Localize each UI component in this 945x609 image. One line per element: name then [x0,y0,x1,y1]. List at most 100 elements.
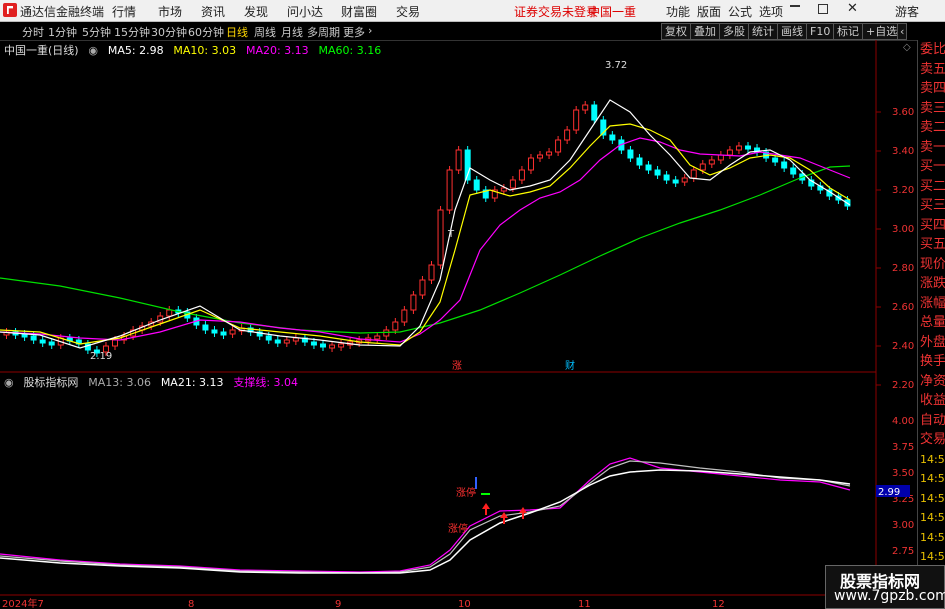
stock-name-header: 中国一重 [588,5,637,19]
sidebar-item: 现价 [920,256,945,272]
candle [202,324,209,331]
menu-xuanxiang[interactable]: 选项 [759,3,783,20]
period-more[interactable]: 更多 [343,24,365,40]
menu-gongshi[interactable]: 公式 [728,3,752,20]
candle [546,151,553,156]
period-multi[interactable]: 多周期 [307,24,340,40]
sidebar-item: 14:56 [920,472,945,485]
sidebar-item: 14:56 [920,511,945,524]
site-watermark: 股票指标网 www.7gpzb.com [825,565,945,609]
login-notice[interactable]: 证券交易未登录 [514,3,598,20]
candle [455,149,462,171]
zhangting-2: 涨停 [448,522,468,535]
sidebar-item: 买四 [920,217,945,233]
candle [582,104,589,111]
sub-y-tick: 3.00 [892,520,914,531]
candle [735,145,742,151]
main-y-tick: 2.20 [892,380,914,391]
sidebar-item: 卖二 [920,120,945,135]
sidebar-item[interactable]: 自动 [920,411,945,431]
period-5min[interactable]: 5分钟 [82,24,111,40]
watermark-line2: www.7gpzb.com [834,588,945,604]
candle [781,161,788,169]
sidebar-item: 卖四 [920,81,945,96]
close-icon[interactable]: ✕ [847,1,858,16]
main-y-tick: 2.80 [892,263,914,274]
sidebar-item: 14:56 [920,452,945,466]
candle [329,344,336,349]
guest-label[interactable]: 游客 [895,3,919,20]
menu-jiaoyi[interactable]: 交易 [396,3,420,20]
main-y-tick: 3.40 [892,146,914,157]
sidebar-item: 卖一 [920,139,945,155]
candle [726,149,733,156]
x-tick-oct: 10 [458,599,471,609]
sidebar-item: 涨幅 [920,295,945,311]
candle [30,335,37,341]
sub-y-tick: 4.00 [892,416,914,427]
biaoji-button[interactable]: 标记 [833,23,863,40]
period-weekly[interactable]: 周线 [254,24,276,40]
fuquan-button[interactable]: 复权 [661,23,691,40]
minimize-icon[interactable] [790,5,800,7]
menu-hangqing[interactable]: 行情 [112,3,136,20]
menu-zixun[interactable]: 资讯 [201,3,225,20]
sidebar-item: 收益 [920,393,945,408]
chevron-right-icon[interactable]: › [368,24,372,37]
period-fenshi[interactable]: 分时 [22,24,44,40]
x-tick-dec: 12 [712,599,725,609]
candle [419,279,426,296]
sidebar-item[interactable]: 交易 [920,430,945,450]
candle [744,145,751,150]
diejia-button[interactable]: 叠加 [690,23,720,40]
chevron-left-icon[interactable]: ‹ [897,23,908,40]
candle [509,179,516,189]
candle [220,331,227,336]
sidebar-item: 14:56 [920,530,945,544]
candle [636,157,643,166]
f10-button[interactable]: F10 [806,23,835,40]
maximize-icon[interactable] [818,4,828,14]
candle [527,157,534,171]
period-30min[interactable]: 30分钟 [151,24,187,40]
candle [446,169,453,211]
zhangting-1: 涨停 [456,486,476,499]
sidebar-item: 总量 [920,315,945,330]
candle [310,341,317,346]
menu-shichang[interactable]: 市场 [158,3,182,20]
main-y-tick: 3.60 [892,107,914,118]
candle [564,129,571,141]
tongji-button[interactable]: 统计 [748,23,778,40]
candle [790,167,797,175]
candle [473,179,480,191]
main-y-tick: 2.60 [892,302,914,313]
menu-wenxiaoda[interactable]: 问小达 [287,3,323,20]
add-watchlist-button[interactable]: +自选 [862,23,902,40]
sidebar-item: 买五 [920,237,945,252]
menu-caifuquan[interactable]: 财富圈 [341,3,377,20]
menu-banmian[interactable]: 版面 [697,3,721,20]
candle [627,149,634,159]
candle [338,343,345,348]
period-monthly[interactable]: 月线 [281,24,303,40]
app-title: 通达信金融终端 [20,5,105,19]
price-tag: 2.99 [878,487,900,498]
candle [428,264,435,281]
app-logo-icon [3,3,17,17]
candle [112,339,119,347]
sidebar-item: 买一 [920,159,945,174]
sub-y-tick: 2.75 [892,546,914,557]
x-tick-jul: 2024年7 [2,597,44,609]
huaxian-button[interactable]: 画线 [777,23,807,40]
period-15min[interactable]: 15分钟 [114,24,150,40]
kline-chart[interactable]: 3.60 3.40 3.20 3.00 2.80 2.60 2.40 2.20 4.00 3.7… [0,40,917,609]
menu-gongneng[interactable]: 功能 [666,3,690,20]
duogu-button[interactable]: 多股 [719,23,749,40]
sidebar-item: 买三 [920,198,945,213]
main-y-tick: 3.20 [892,185,914,196]
period-60min[interactable]: 60分钟 [188,24,224,40]
candle [555,139,562,153]
period-daily[interactable]: 日线 [226,24,248,40]
menu-faxian[interactable]: 发现 [244,3,268,20]
period-1min[interactable]: 1分钟 [48,24,77,40]
